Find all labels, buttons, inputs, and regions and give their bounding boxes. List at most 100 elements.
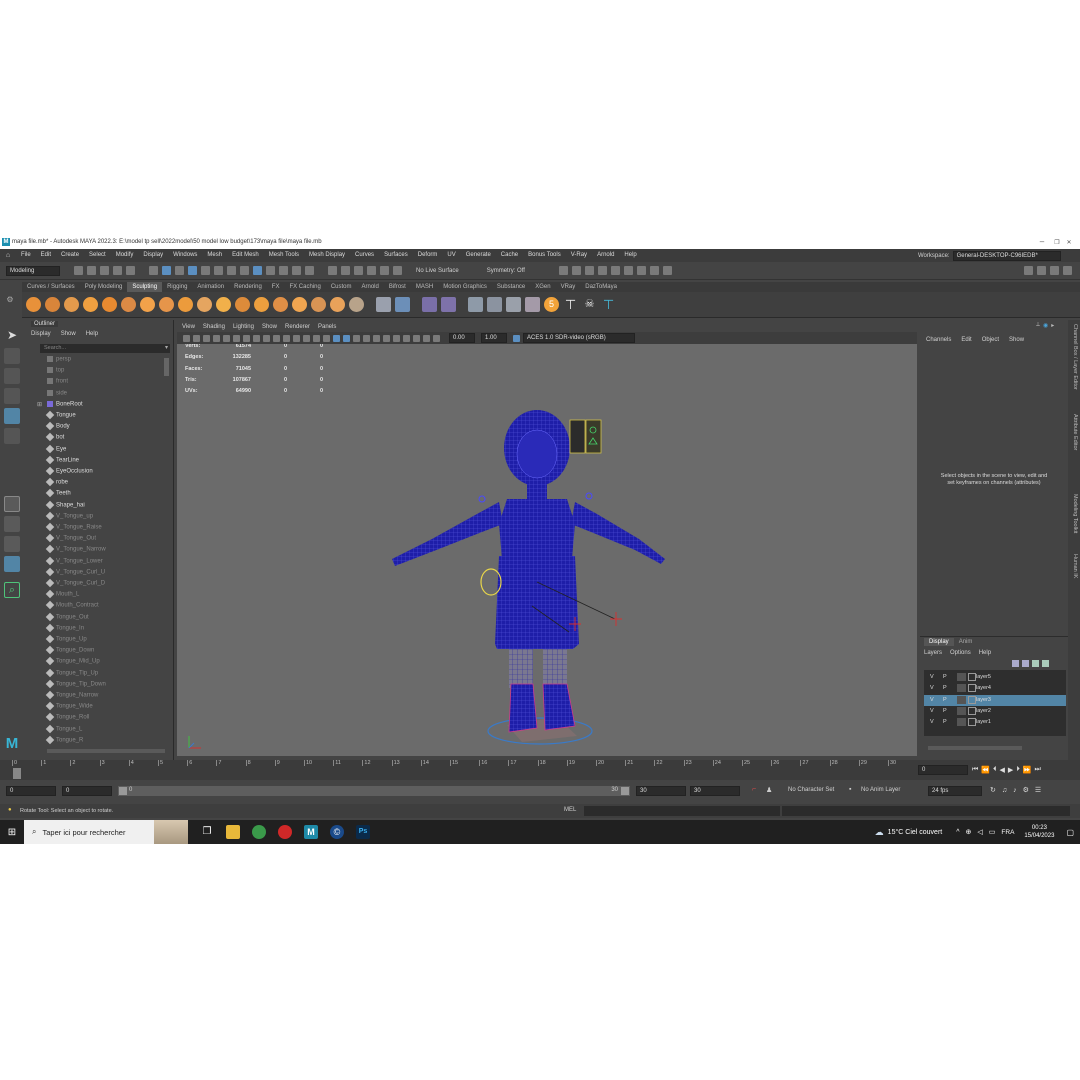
image-plane-icon[interactable] bbox=[213, 334, 220, 342]
side-tab-channel-box-layer-editor[interactable]: Channel Box / Layer Editor bbox=[1072, 324, 1078, 390]
shelf-tab-bifrost[interactable]: Bifrost bbox=[384, 282, 411, 292]
channel-menu-channels[interactable]: Channels bbox=[926, 337, 951, 343]
layer-playback-toggle[interactable]: P bbox=[943, 697, 947, 703]
layer-menu-help[interactable]: Help bbox=[979, 650, 991, 656]
repeat-tool-icon[interactable] bbox=[178, 297, 193, 312]
foamy-tool-icon[interactable] bbox=[140, 297, 155, 312]
viewport-menu-show[interactable]: Show bbox=[262, 322, 277, 332]
side-tab-attribute-editor[interactable]: Attribute Editor bbox=[1072, 414, 1078, 450]
layer-playback-toggle[interactable]: P bbox=[943, 719, 947, 725]
play-backwards-icon[interactable]: ◀ bbox=[1000, 766, 1005, 774]
layer-row[interactable]: V Player1 bbox=[924, 717, 1066, 728]
current-frame-field[interactable]: 0 bbox=[918, 765, 968, 775]
playback-prefs-icon[interactable]: ☰ bbox=[1035, 786, 1041, 794]
depth-of-field-icon[interactable] bbox=[393, 334, 400, 342]
exposure-field[interactable]: 0.00 bbox=[449, 333, 475, 343]
outliner-item[interactable]: Tongue_Narrow bbox=[45, 690, 98, 700]
relax-tool-icon[interactable] bbox=[64, 297, 79, 312]
freeze-tool-icon[interactable] bbox=[349, 297, 364, 312]
joint-mask-icon[interactable] bbox=[240, 266, 249, 275]
outliner-item[interactable]: Tongue_Down bbox=[45, 645, 94, 655]
textured-icon[interactable] bbox=[333, 334, 340, 342]
layer-visibility-toggle[interactable]: V bbox=[930, 685, 934, 691]
menu-generate[interactable]: Generate bbox=[461, 249, 496, 262]
safe-action-icon[interactable] bbox=[273, 334, 280, 342]
colorspace-dropdown[interactable]: ACES 1.0 SDR-video (sRGB) bbox=[523, 333, 635, 343]
anti-aliasing-icon[interactable] bbox=[383, 334, 390, 342]
left-arm-mesh[interactable] bbox=[392, 502, 503, 566]
maya-taskbar-icon[interactable]: M bbox=[304, 825, 318, 839]
rotate-tool-icon[interactable] bbox=[4, 408, 20, 424]
snap-curve-icon[interactable] bbox=[341, 266, 350, 275]
layer-color-swatch[interactable] bbox=[968, 684, 976, 693]
select-by-hierarchy-icon[interactable] bbox=[149, 266, 158, 275]
outliner-item[interactable]: Tongue_Tip_Down bbox=[45, 679, 106, 689]
menu-mesh[interactable]: Mesh bbox=[202, 249, 227, 262]
shelf-tab-substance[interactable]: Substance bbox=[492, 282, 530, 292]
menu-arnold[interactable]: Arnold bbox=[592, 249, 619, 262]
shelf-tab-arnold[interactable]: Arnold bbox=[357, 282, 384, 292]
freeze-transform-icon[interactable] bbox=[506, 297, 521, 312]
viewport-menu-lighting[interactable]: Lighting bbox=[233, 322, 254, 332]
spray-tool-icon[interactable] bbox=[159, 297, 174, 312]
outliner-item[interactable]: V_Tongue_Narrow bbox=[45, 545, 106, 554]
close-button[interactable]: ✕ bbox=[1062, 238, 1076, 248]
arnold-render-view-icon[interactable] bbox=[636, 266, 646, 275]
channel-layer-divider[interactable] bbox=[920, 636, 1068, 637]
outliner-item[interactable]: front bbox=[47, 378, 68, 385]
snap-point-icon[interactable] bbox=[354, 266, 363, 275]
menu-help[interactable]: Help bbox=[619, 249, 641, 262]
outliner-item[interactable]: EyeOcclusion bbox=[45, 466, 93, 476]
outliner-item[interactable]: Tongue_Tip_Up bbox=[45, 668, 98, 677]
sculpt-tool-icon[interactable] bbox=[26, 297, 41, 312]
menu-bonus-tools[interactable]: Bonus Tools bbox=[523, 249, 566, 262]
hypershade-icon[interactable] bbox=[597, 266, 607, 275]
right-arm-mesh[interactable] bbox=[571, 502, 665, 564]
windows-start-icon[interactable]: ⊞ bbox=[0, 820, 24, 844]
layer-display-type[interactable] bbox=[957, 718, 966, 727]
smooth-shade-icon[interactable] bbox=[303, 334, 310, 342]
snap-vertex-icon[interactable] bbox=[393, 266, 402, 275]
toggle-modeling-toolkit-icon[interactable] bbox=[1024, 266, 1033, 275]
outliner-item[interactable]: Tongue_In bbox=[45, 623, 84, 633]
select-by-object-icon[interactable] bbox=[162, 266, 171, 275]
move-layer-up-icon[interactable] bbox=[1012, 660, 1019, 667]
anim-end-field[interactable]: 30 bbox=[636, 786, 686, 796]
outliner-scrollbar[interactable] bbox=[164, 358, 169, 376]
pause-viewport-icon[interactable] bbox=[662, 266, 672, 275]
layer-display-type[interactable] bbox=[957, 706, 966, 715]
human-ik-icon[interactable] bbox=[441, 297, 456, 312]
screen-space-ao-icon[interactable] bbox=[363, 334, 370, 342]
menu-display[interactable]: Display bbox=[138, 249, 168, 262]
mel-input[interactable] bbox=[584, 806, 780, 816]
layer-display-type[interactable] bbox=[957, 684, 966, 693]
new-scene-icon[interactable] bbox=[74, 266, 83, 275]
outliner-item[interactable]: top bbox=[47, 367, 64, 374]
layer-tab-display[interactable]: Display bbox=[924, 638, 954, 646]
layer-tab-anim[interactable]: Anim bbox=[954, 638, 978, 646]
layer-playback-toggle[interactable]: P bbox=[943, 708, 947, 714]
render-current-frame-icon[interactable] bbox=[558, 266, 568, 275]
skull-icon[interactable]: ☠ bbox=[582, 297, 597, 312]
fill-tool-icon[interactable] bbox=[254, 297, 269, 312]
select-by-component-icon[interactable] bbox=[175, 266, 184, 275]
motion-blur-icon[interactable] bbox=[373, 334, 380, 342]
layer-playback-toggle[interactable]: P bbox=[943, 685, 947, 691]
bookmarks-icon[interactable] bbox=[203, 334, 210, 342]
scene-end-field[interactable]: 30 bbox=[690, 786, 740, 796]
layer-playback-toggle[interactable]: P bbox=[943, 674, 947, 680]
layer-row[interactable]: V Player5 bbox=[924, 672, 1066, 683]
deformer-mask-icon[interactable] bbox=[279, 266, 288, 275]
new-empty-layer-icon[interactable] bbox=[1032, 660, 1039, 667]
menu-mesh-tools[interactable]: Mesh Tools bbox=[264, 249, 304, 262]
outliner-item[interactable]: robe bbox=[45, 477, 68, 487]
vray-frame-buffer-icon[interactable] bbox=[649, 266, 659, 275]
wireframe-on-shaded-icon[interactable] bbox=[323, 334, 330, 342]
face-mask-icon[interactable] bbox=[214, 266, 223, 275]
blend-shape-icon[interactable] bbox=[468, 297, 483, 312]
render-setup-icon[interactable] bbox=[610, 266, 620, 275]
workspace-dropdown[interactable]: General-DESKTOP-C96IEDB* bbox=[952, 251, 1061, 261]
network-icon[interactable]: ⊕ bbox=[966, 828, 972, 836]
shadows-icon[interactable] bbox=[353, 334, 360, 342]
curve-mask-icon[interactable] bbox=[253, 266, 262, 275]
